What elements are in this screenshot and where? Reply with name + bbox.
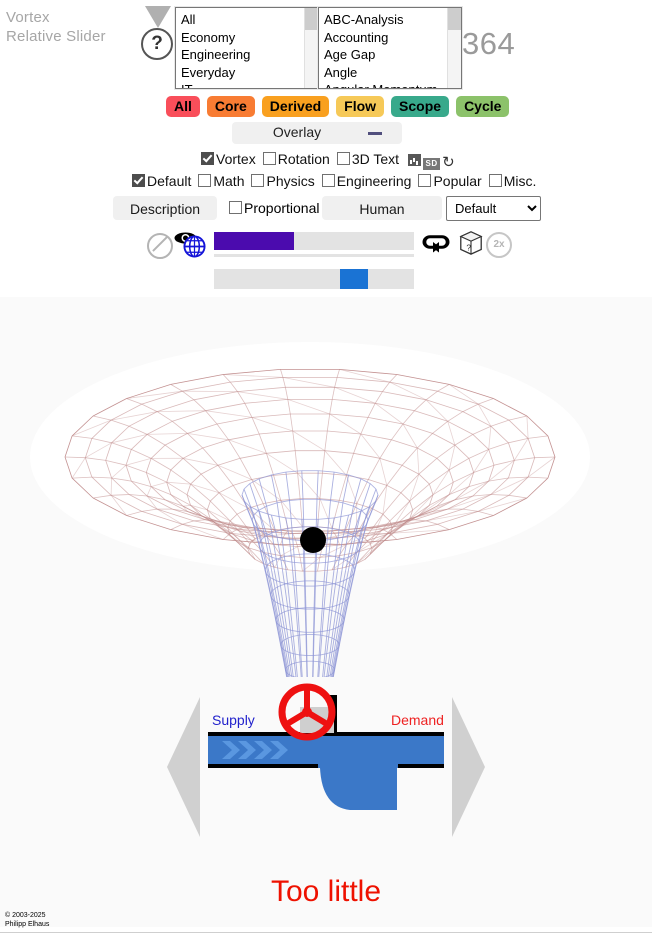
category-pill-row: All Core Derived Flow Scope Cycle xyxy=(166,96,510,117)
list-item[interactable]: Everyday xyxy=(181,64,318,82)
list-item[interactable]: All xyxy=(181,11,318,29)
checkbox-box[interactable] xyxy=(262,152,276,165)
checkbox-label: Math xyxy=(213,173,245,189)
checkbox-label: Engineering xyxy=(336,173,412,189)
checkbox-label: Rotation xyxy=(277,151,330,167)
checkbox-vortex[interactable]: Vortex xyxy=(201,151,256,167)
list-item[interactable]: Engineering xyxy=(181,46,318,64)
page-title-line-1: Vortex xyxy=(6,9,50,26)
pill-core[interactable]: Core xyxy=(206,96,255,117)
checkbox-box[interactable] xyxy=(251,174,265,187)
copyright-author: Philipp Elhaus xyxy=(5,921,50,928)
verdict-text: Too little xyxy=(270,875,382,908)
position-slider-thumb[interactable] xyxy=(339,269,368,289)
checkbox-label: Vortex xyxy=(216,151,256,167)
progress-fill xyxy=(214,232,294,250)
right-arrow-icon xyxy=(452,697,485,837)
pill-cycle[interactable]: Cycle xyxy=(456,96,510,117)
pill-flow[interactable]: Flow xyxy=(336,96,385,117)
minus-icon[interactable] xyxy=(368,132,382,135)
left-arrow-icon xyxy=(167,697,200,837)
chart-icon[interactable] xyxy=(408,154,422,166)
category-listbox[interactable]: All Economy Engineering Everyday IT xyxy=(175,7,319,89)
checkbox-misc[interactable]: Misc. xyxy=(488,173,537,189)
pill-scope[interactable]: Scope xyxy=(391,96,450,117)
checkbox-physics[interactable]: Physics xyxy=(251,173,315,189)
footer-divider xyxy=(0,932,652,933)
checkbox-label: Misc. xyxy=(503,173,537,189)
domain-filter-row: Default Math Physics Engineering Popular Misc… xyxy=(132,173,543,189)
list-item[interactable]: Angle xyxy=(324,64,461,82)
progress-underline xyxy=(214,254,414,257)
vortex-ball xyxy=(300,527,326,553)
copyright-notice: © 2003-2025 Philipp Elhaus xyxy=(5,911,49,929)
checkbox-label: 3D Text xyxy=(351,151,400,167)
dice-icon[interactable]: ? xyxy=(458,230,484,256)
scrollbar-thumb[interactable] xyxy=(305,8,318,30)
vortex-visualization[interactable] xyxy=(0,297,652,677)
list-item[interactable]: Economy xyxy=(181,29,318,47)
checkbox-popular[interactable]: Popular xyxy=(418,173,482,189)
preset-select[interactable]: Default xyxy=(446,196,541,221)
checkbox-box[interactable] xyxy=(198,174,212,187)
checkbox-rotation[interactable]: Rotation xyxy=(262,151,330,167)
checkbox-box[interactable] xyxy=(321,174,335,187)
checkbox-box[interactable] xyxy=(418,174,432,187)
list-item[interactable]: Accounting xyxy=(324,29,461,47)
copyright-years: © 2003-2025 xyxy=(5,912,46,919)
speed-2x-icon[interactable]: 2x xyxy=(486,232,512,258)
checkbox-engineering[interactable]: Engineering xyxy=(321,173,412,189)
description-button[interactable]: Description xyxy=(113,196,217,220)
checkbox-3d-text[interactable]: 3D Text xyxy=(336,151,400,167)
checkbox-default[interactable]: Default xyxy=(132,173,191,189)
supply-demand-diagram[interactable]: Supply Demand xyxy=(0,677,652,867)
progress-slider[interactable] xyxy=(214,232,414,250)
position-slider[interactable] xyxy=(214,269,414,289)
checkbox-label: Popular xyxy=(433,173,482,189)
topic-listbox[interactable]: ABC-Analysis Accounting Age Gap Angle An… xyxy=(318,7,462,89)
topic-listbox-scrollbar[interactable] xyxy=(447,8,461,88)
supply-label: Supply xyxy=(212,712,255,728)
control-panel: Vortex Relative Slider ? All Economy Eng… xyxy=(0,0,652,297)
checkbox-box[interactable] xyxy=(229,201,242,214)
pill-derived[interactable]: Derived xyxy=(261,96,330,117)
page-title: Vortex Relative Slider xyxy=(6,8,106,46)
checkbox-box[interactable] xyxy=(336,152,350,165)
checkbox-box[interactable] xyxy=(132,174,145,187)
help-marker: ? xyxy=(140,6,176,66)
category-listbox-scrollbar[interactable] xyxy=(304,8,318,88)
list-item[interactable]: ABC-Analysis xyxy=(324,11,461,29)
list-item[interactable]: IT xyxy=(181,81,318,88)
item-count: 364 xyxy=(462,26,516,61)
checkbox-box[interactable] xyxy=(201,152,214,165)
list-item[interactable]: Age Gap xyxy=(324,46,461,64)
visualization-area: Supply Demand Too little xyxy=(0,297,652,927)
triangle-pointer-icon xyxy=(145,6,171,28)
human-button[interactable]: Human xyxy=(322,196,442,220)
sd-badge-icon[interactable]: SD xyxy=(423,158,441,170)
globe-icon[interactable] xyxy=(183,235,206,258)
checkbox-label: Physics xyxy=(266,173,315,189)
scrollbar-thumb[interactable] xyxy=(448,8,461,30)
overlay-button[interactable]: Overlay xyxy=(232,122,402,144)
pill-all[interactable]: All xyxy=(166,96,200,117)
demand-label: Demand xyxy=(391,712,444,728)
checkbox-label: Proportional xyxy=(244,200,320,216)
checkbox-box[interactable] xyxy=(488,174,502,187)
refresh-icon[interactable]: ↻ xyxy=(442,155,456,170)
help-question-icon[interactable]: ? xyxy=(141,28,173,60)
checkbox-label: Default xyxy=(147,173,192,189)
loop-icon[interactable] xyxy=(418,230,454,254)
checkbox-proportional[interactable]: Proportional xyxy=(229,200,320,216)
description-row: Description Proportional Human Default xyxy=(0,196,652,222)
no-entry-icon[interactable] xyxy=(147,233,173,259)
svg-text:?: ? xyxy=(466,242,471,252)
checkbox-math[interactable]: Math xyxy=(198,173,244,189)
display-options-row: Vortex Rotation 3D Text SD ↻ xyxy=(201,151,456,170)
list-item[interactable]: Angular Momentum xyxy=(324,81,461,88)
page-title-line-2: Relative Slider xyxy=(6,28,106,45)
